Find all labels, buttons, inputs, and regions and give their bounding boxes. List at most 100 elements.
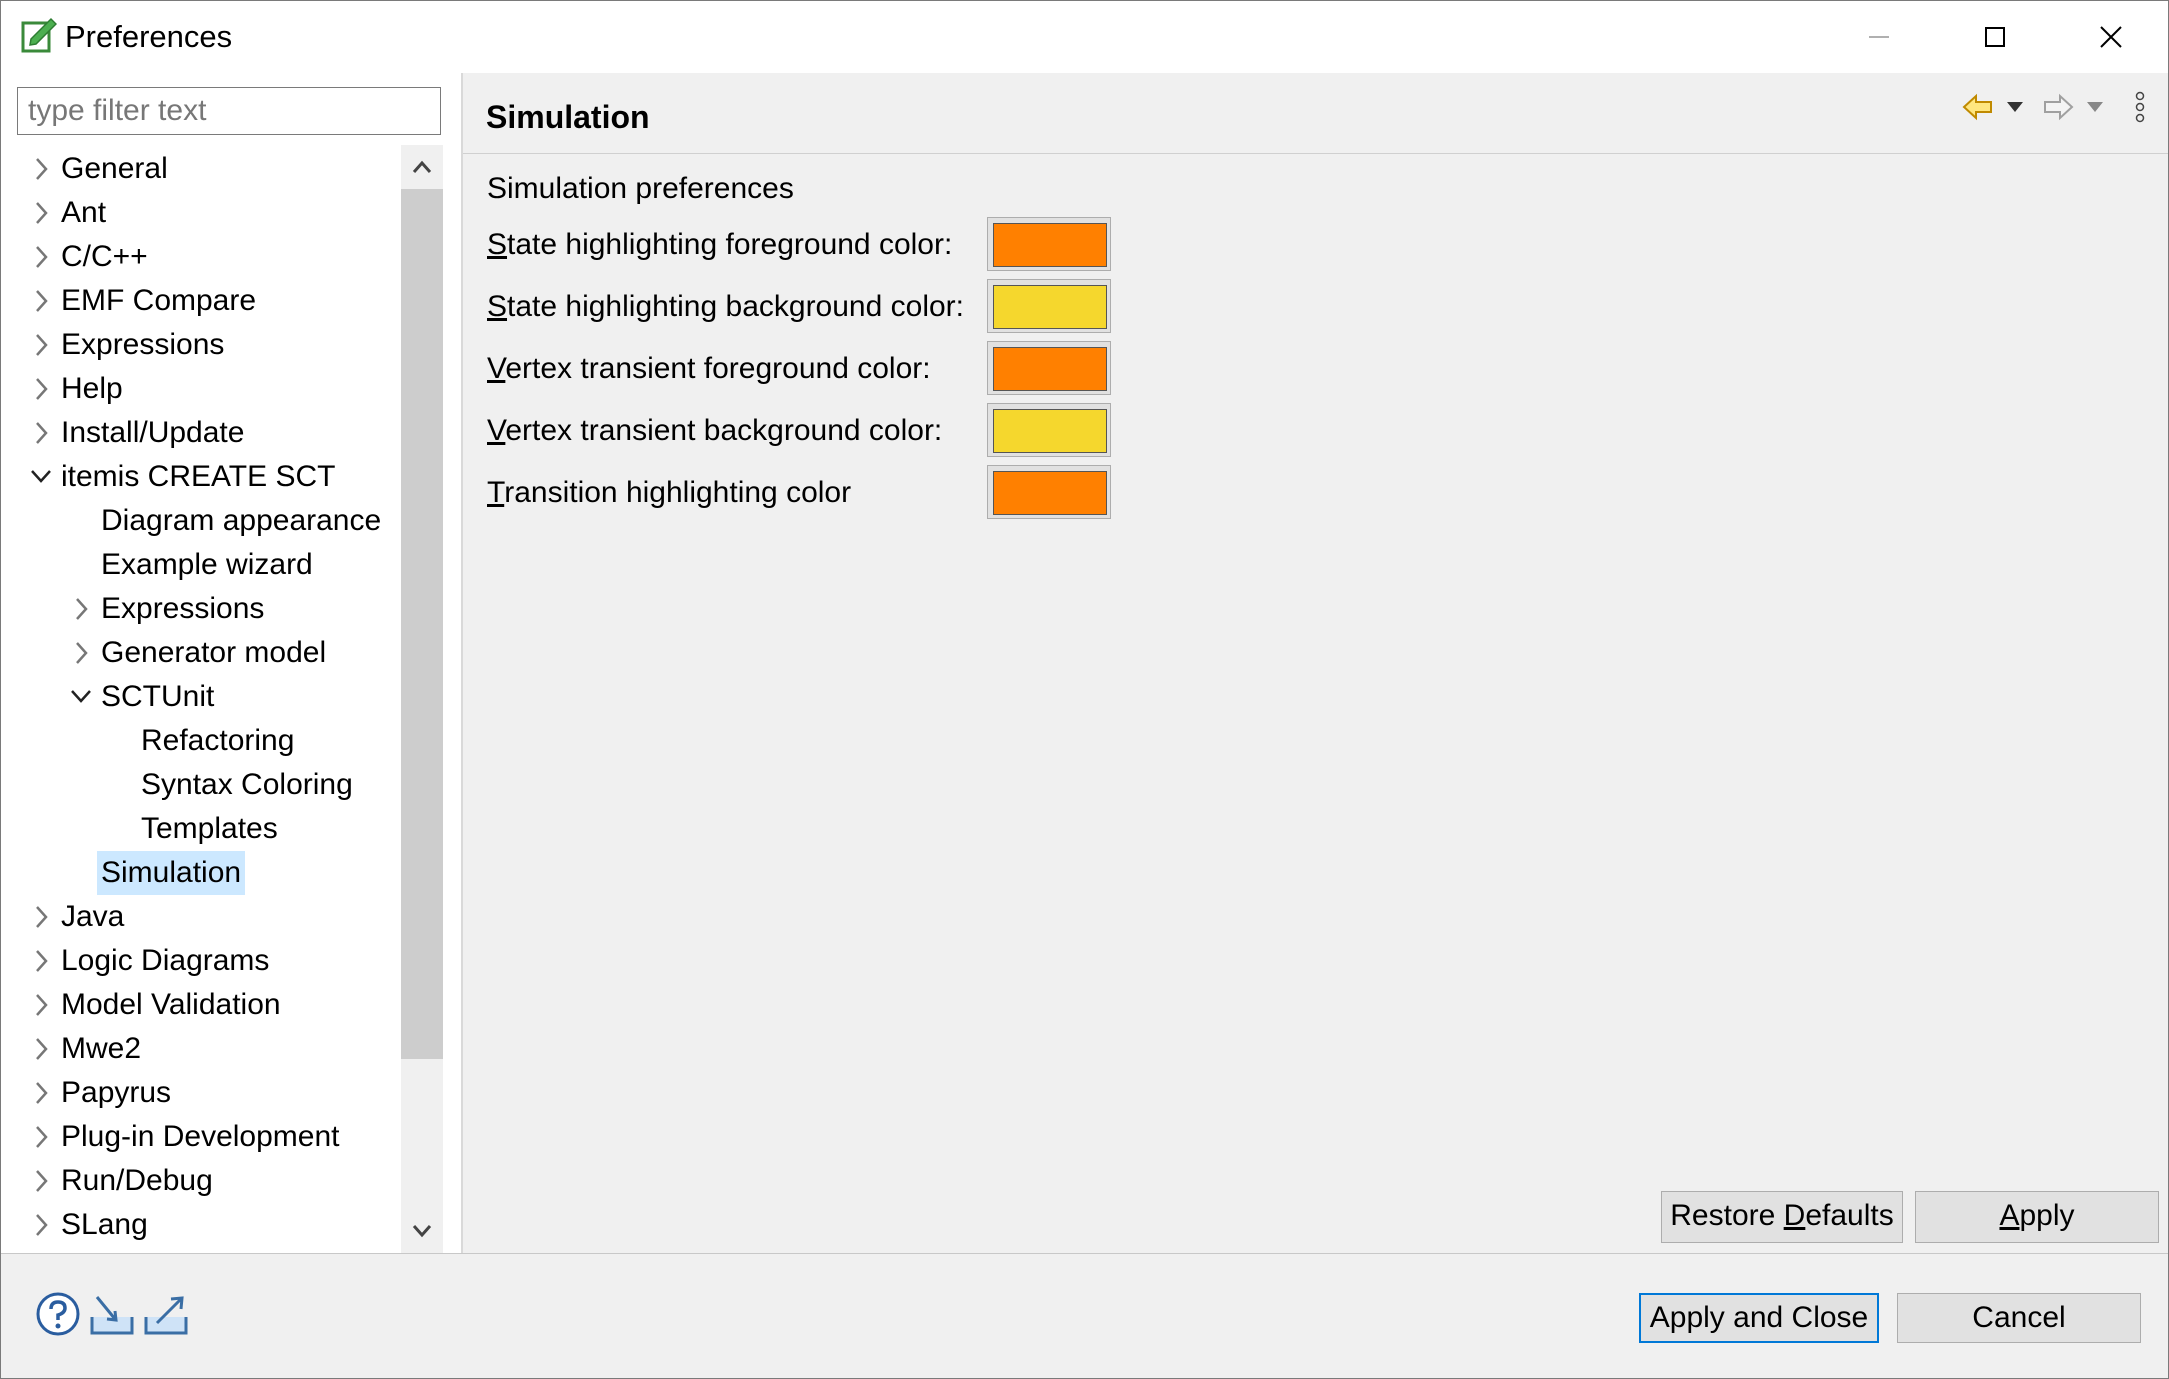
tree-item[interactable]: SCTUnit xyxy=(1,675,401,719)
tree-item[interactable]: Logic Diagrams xyxy=(1,939,401,983)
maximize-button[interactable] xyxy=(1937,1,2053,73)
color-picker-button[interactable] xyxy=(987,279,1111,333)
tree-item-label: Generator model xyxy=(101,636,327,669)
chevron-right-icon[interactable] xyxy=(29,983,53,1027)
apply-button[interactable]: Apply xyxy=(1915,1191,2159,1243)
forward-arrow-icon[interactable] xyxy=(2042,93,2074,121)
tree-item[interactable]: Plug-in Development xyxy=(1,1115,401,1159)
color-preference-row: Vertex transient foreground color: xyxy=(487,341,1127,395)
chevron-right-icon[interactable] xyxy=(69,587,93,631)
scroll-up-button[interactable] xyxy=(401,145,443,189)
chevron-right-icon[interactable] xyxy=(29,1071,53,1115)
page-navigation xyxy=(1956,87,2156,127)
tree-item-label: Example wizard xyxy=(101,548,313,581)
chevron-right-icon[interactable] xyxy=(29,939,53,983)
chevron-right-icon[interactable] xyxy=(29,1159,53,1203)
tree-item[interactable]: Ant xyxy=(1,191,401,235)
color-preference-label: Transition highlighting color xyxy=(487,473,851,513)
export-icon[interactable] xyxy=(143,1291,189,1337)
chevron-right-icon[interactable] xyxy=(29,895,53,939)
label-text: tate highlighting background color: xyxy=(507,290,964,323)
tree-item[interactable]: C/C++ xyxy=(1,235,401,279)
tree-item-label: Model Validation xyxy=(61,988,281,1021)
chevron-right-icon[interactable] xyxy=(29,191,53,235)
tree-item-label: EMF Compare xyxy=(61,284,257,317)
tree-item[interactable]: Refactoring xyxy=(1,719,401,763)
tree-item[interactable]: Help xyxy=(1,367,401,411)
label-mnemonic: T xyxy=(487,476,505,509)
tree-item-label: Expressions xyxy=(101,592,265,625)
tree-item[interactable]: Java xyxy=(1,895,401,939)
label-text: ransition highlighting color xyxy=(504,476,852,509)
chevron-right-icon[interactable] xyxy=(29,1115,53,1159)
page-title: Simulation xyxy=(486,99,650,135)
tree-item[interactable]: Generator model xyxy=(1,631,401,675)
footer-separator xyxy=(1,1253,2168,1254)
forward-menu-dropdown-icon[interactable] xyxy=(2086,101,2104,113)
section-label: Simulation preferences xyxy=(487,172,794,205)
color-picker-button[interactable] xyxy=(987,217,1111,271)
tree-item[interactable]: Templates xyxy=(1,807,401,851)
back-menu-dropdown-icon[interactable] xyxy=(2006,101,2024,113)
color-preference-row: Vertex transient background color: xyxy=(487,403,1127,457)
color-preference-label: State highlighting foreground color: xyxy=(487,225,952,265)
close-icon xyxy=(2100,26,2122,48)
tree-item[interactable]: EMF Compare xyxy=(1,279,401,323)
chevron-right-icon[interactable] xyxy=(29,235,53,279)
apply-and-close-button[interactable]: Apply and Close xyxy=(1639,1293,1879,1343)
tree-item-label: Ant xyxy=(61,196,107,229)
tree-item[interactable]: General xyxy=(1,147,401,191)
help-icon[interactable] xyxy=(35,1291,81,1337)
label-mnemonic: V xyxy=(487,414,506,447)
chevron-right-icon[interactable] xyxy=(29,323,53,367)
chevron-down-icon[interactable] xyxy=(29,455,53,499)
tree-item-label: Install/Update xyxy=(61,416,245,449)
cancel-button[interactable]: Cancel xyxy=(1897,1293,2141,1343)
import-icon[interactable] xyxy=(89,1291,135,1337)
tree-item[interactable]: SLang xyxy=(1,1203,401,1247)
tree-item[interactable]: Syntax Coloring xyxy=(1,763,401,807)
tree-scrollbar[interactable] xyxy=(401,145,443,1253)
chevron-right-icon[interactable] xyxy=(29,411,53,455)
tree-item[interactable]: Simulation xyxy=(1,851,401,895)
tree-item[interactable]: Model Validation xyxy=(1,983,401,1027)
color-preference-row: State highlighting foreground color: xyxy=(487,217,1127,271)
label-mnemonic: V xyxy=(487,352,506,385)
tree-item-label: Run/Debug xyxy=(61,1164,213,1197)
tree-item[interactable]: itemis CREATE SCT xyxy=(1,455,401,499)
tree-item[interactable]: Expressions xyxy=(1,323,401,367)
color-picker-button[interactable] xyxy=(987,341,1111,395)
minimize-button[interactable] xyxy=(1821,1,1937,73)
panel-splitter[interactable] xyxy=(461,73,463,1253)
scroll-thumb[interactable] xyxy=(401,189,443,1059)
restore-defaults-button[interactable]: Restore Defaults xyxy=(1661,1191,1903,1243)
chevron-right-icon[interactable] xyxy=(29,367,53,411)
chevron-right-icon[interactable] xyxy=(29,1027,53,1071)
color-picker-button[interactable] xyxy=(987,403,1111,457)
chevron-right-icon[interactable] xyxy=(29,147,53,191)
tree-item[interactable]: Mwe2 xyxy=(1,1027,401,1071)
preferences-window: Preferences type filter text General Ant C… xyxy=(0,0,2169,1379)
chevron-right-icon[interactable] xyxy=(29,279,53,323)
color-preference-row: State highlighting background color: xyxy=(487,279,1127,333)
tree-item[interactable]: Expressions xyxy=(1,587,401,631)
maximize-icon xyxy=(1985,27,2005,47)
filter-input[interactable]: type filter text xyxy=(17,87,441,135)
scroll-down-button[interactable] xyxy=(401,1209,443,1253)
color-preference-label: State highlighting background color: xyxy=(487,287,964,327)
tree-item-label: Mwe2 xyxy=(61,1032,142,1065)
back-arrow-icon[interactable] xyxy=(1962,93,1994,121)
tree-item[interactable]: Example wizard xyxy=(1,543,401,587)
color-picker-button[interactable] xyxy=(987,465,1111,519)
tree-item[interactable]: Diagram appearance xyxy=(1,499,401,543)
apply-label-rest: pply xyxy=(2019,1199,2075,1232)
chevron-right-icon[interactable] xyxy=(69,631,93,675)
chevron-down-icon[interactable] xyxy=(69,675,93,719)
chevron-right-icon[interactable] xyxy=(29,1203,53,1247)
tree-item[interactable]: Install/Update xyxy=(1,411,401,455)
tree-item[interactable]: Run/Debug xyxy=(1,1159,401,1203)
tree-item[interactable]: Papyrus xyxy=(1,1071,401,1115)
view-menu-icon[interactable] xyxy=(2134,91,2146,123)
preference-tree: General Ant C/C++ EMF Compare Expressions Hel… xyxy=(1,145,401,1325)
close-button[interactable] xyxy=(2053,1,2169,73)
